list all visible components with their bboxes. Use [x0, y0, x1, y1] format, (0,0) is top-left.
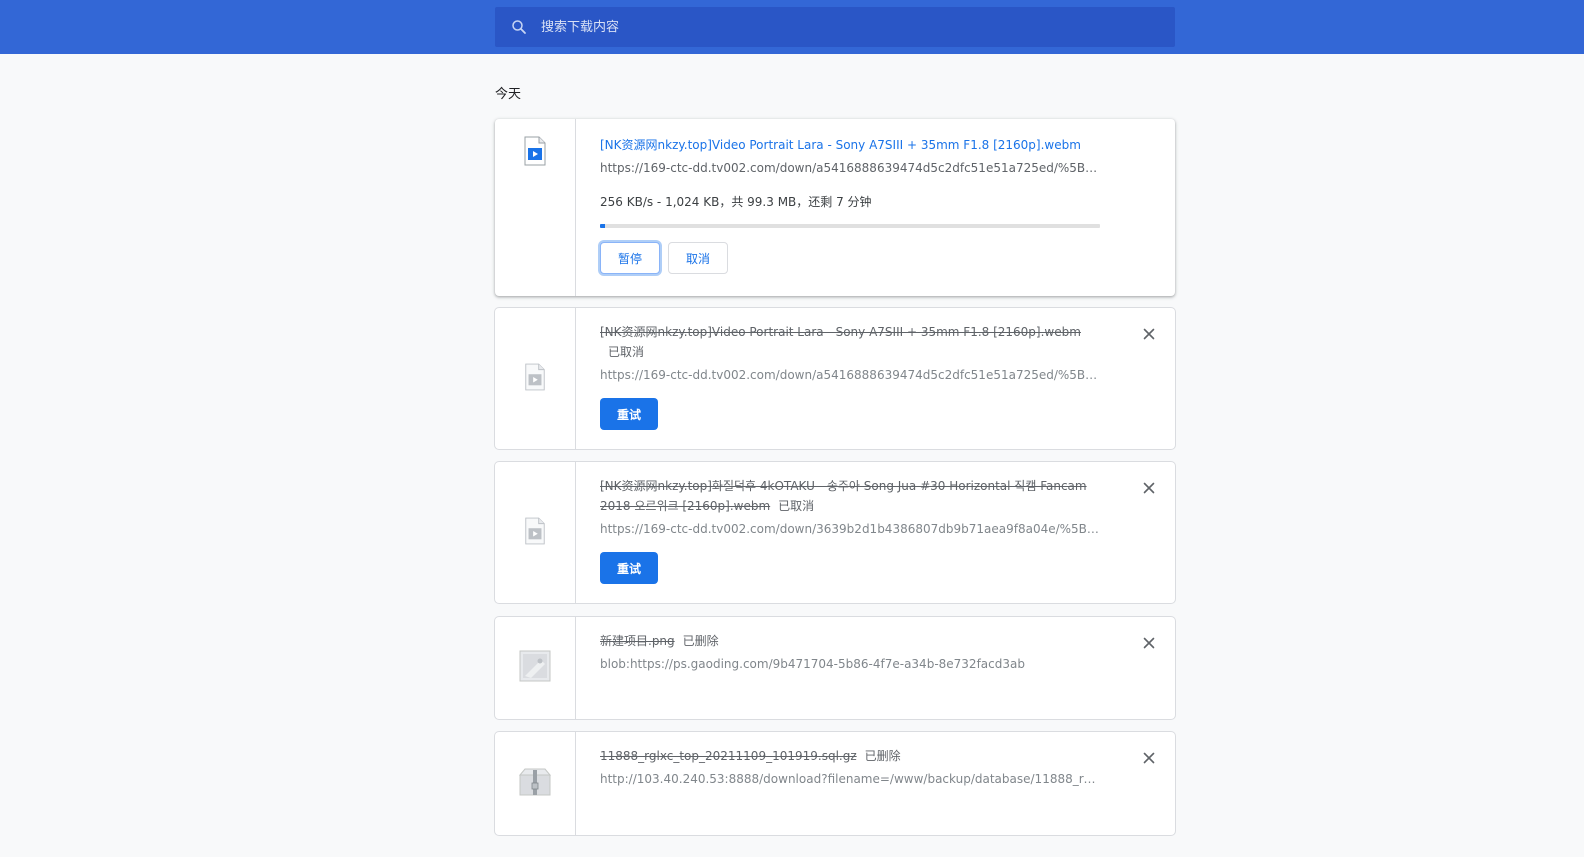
file-name[interactable]: [NK资源网nkzy.top]화질덕후 4kOTAKU - 송주아 Song J… — [600, 476, 1100, 516]
close-icon[interactable] — [1139, 748, 1159, 768]
video-file-icon — [523, 517, 547, 549]
download-item-deleted: 11888_rglxc_top_20211109_101919.sql.gz 已删… — [495, 732, 1175, 835]
file-url[interactable]: https://169-ctc-dd.tv002.com/down/a54168… — [600, 161, 1100, 175]
file-name-link[interactable]: [NK资源网nkzy.top]Video Portrait Lara - Son… — [600, 135, 1100, 155]
video-file-icon — [522, 136, 548, 170]
file-url[interactable]: blob:https://ps.gaoding.com/9b471704-5b8… — [600, 657, 1100, 671]
close-icon[interactable] — [1139, 324, 1159, 344]
download-item-cancelled: [NK资源网nkzy.top]화질덕후 4kOTAKU - 송주아 Song J… — [495, 462, 1175, 603]
status-badge: 已删除 — [682, 634, 719, 648]
retry-button[interactable]: 重试 — [600, 398, 658, 430]
search-icon[interactable] — [499, 7, 539, 47]
retry-button[interactable]: 重试 — [600, 552, 658, 584]
file-url[interactable]: https://169-ctc-dd.tv002.com/down/3639b2… — [600, 522, 1100, 536]
file-icon-column — [495, 119, 576, 296]
download-status: 256 KB/s - 1,024 KB，共 99.3 MB，还剩 7 分钟 — [600, 195, 872, 209]
status-badge: 已取消 — [778, 499, 815, 513]
close-icon[interactable] — [1139, 478, 1159, 498]
video-file-icon — [523, 363, 547, 395]
search-input[interactable] — [539, 7, 1175, 47]
file-icon-column — [495, 617, 576, 719]
image-file-icon — [519, 650, 551, 686]
search-box[interactable] — [495, 7, 1175, 47]
file-name-text[interactable]: 新建项目.png — [600, 634, 675, 648]
file-icon-column — [495, 732, 576, 835]
section-date-header: 今天 — [495, 87, 522, 102]
toolbar — [0, 0, 1584, 54]
cancel-button[interactable]: 取消 — [668, 242, 728, 274]
file-url[interactable]: https://169-ctc-dd.tv002.com/down/a54168… — [600, 368, 1100, 382]
file-name[interactable]: [NK资源网nkzy.top]Video Portrait Lara - Son… — [600, 322, 1100, 362]
download-item-deleted: 新建项目.png 已删除 blob:https://ps.gaoding.com/… — [495, 617, 1175, 719]
status-badge: 已删除 — [864, 749, 901, 763]
close-icon[interactable] — [1139, 633, 1159, 653]
file-name-text[interactable]: [NK资源网nkzy.top]Video Portrait Lara - Son… — [600, 325, 1081, 339]
download-item-cancelled: [NK资源网nkzy.top]Video Portrait Lara - Son… — [495, 308, 1175, 449]
download-progress-fill — [600, 224, 605, 228]
download-progress-bar — [600, 224, 1100, 228]
file-icon-column — [495, 308, 576, 449]
file-icon-column — [495, 462, 576, 603]
file-url[interactable]: http://103.40.240.53:8888/download?filen… — [600, 772, 1100, 786]
pause-button[interactable]: 暂停 — [600, 242, 660, 274]
file-name-text[interactable]: [NK资源网nkzy.top]화질덕후 4kOTAKU - 송주아 Song J… — [600, 479, 1087, 513]
file-name-text[interactable]: 11888_rglxc_top_20211109_101919.sql.gz — [600, 749, 857, 763]
file-name[interactable]: 新建项目.png 已删除 — [600, 631, 1100, 651]
status-badge: 已取消 — [608, 345, 645, 359]
file-name[interactable]: 11888_rglxc_top_20211109_101919.sql.gz 已删… — [600, 746, 1100, 766]
download-item-active: [NK资源网nkzy.top]Video Portrait Lara - Son… — [495, 119, 1175, 296]
archive-file-icon — [518, 767, 552, 801]
